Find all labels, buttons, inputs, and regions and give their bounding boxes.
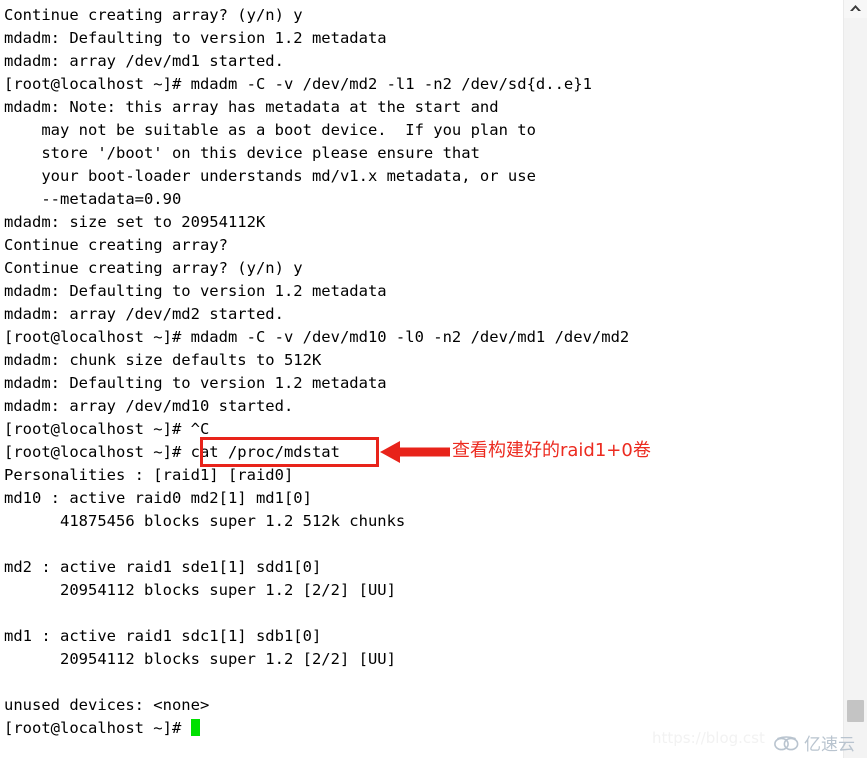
terminal-line: 20954112 blocks super 1.2 [2/2] [UU]	[4, 650, 396, 668]
terminal-line: md1 : active raid1 sdc1[1] sdb1[0]	[4, 627, 322, 645]
terminal-line: Continue creating array? (y/n) y	[4, 6, 303, 24]
terminal-line: 20954112 blocks super 1.2 [2/2] [UU]	[4, 581, 396, 599]
terminal-line: Personalities : [raid1] [raid0]	[4, 466, 294, 484]
terminal-line: mdadm: array /dev/md10 started.	[4, 397, 294, 415]
terminal-line: your boot-loader understands md/v1.x met…	[4, 167, 536, 185]
terminal-line: --metadata=0.90	[4, 190, 182, 208]
terminal-line: may not be suitable as a boot device. If…	[4, 121, 536, 139]
url-watermark: https://blog.cst	[652, 729, 765, 747]
terminal-line: mdadm: Defaulting to version 1.2 metadat…	[4, 29, 387, 47]
terminal-line: [root@localhost ~]# mdadm -C -v /dev/md1…	[4, 328, 630, 346]
scrollbar-thumb[interactable]	[847, 700, 864, 722]
scroll-up-button[interactable]	[844, 0, 867, 18]
terminal-line-highlighted-command: [root@localhost ~]# cat /proc/mdstat	[4, 443, 340, 461]
terminal-line: Continue creating array? (y/n) y	[4, 259, 303, 277]
brand-watermark: 亿速云	[774, 730, 855, 755]
terminal-line: mdadm: chunk size defaults to 512K	[4, 351, 322, 369]
brand-watermark-text: 亿速云	[804, 735, 855, 755]
terminal-line: mdadm: size set to 20954112K	[4, 213, 266, 231]
terminal-line: md10 : active raid0 md2[1] md1[0]	[4, 489, 312, 507]
terminal-line: [root@localhost ~]# mdadm -C -v /dev/md2…	[4, 75, 592, 93]
terminal-line: unused devices: <none>	[4, 696, 210, 714]
shell-prompt: [root@localhost ~]#	[4, 719, 191, 737]
terminal-output[interactable]: Continue creating array? (y/n) y mdadm: …	[0, 0, 843, 758]
terminal-line: [root@localhost ~]# ^C	[4, 420, 210, 438]
terminal-line: mdadm: array /dev/md2 started.	[4, 305, 284, 323]
screenshot-root: Continue creating array? (y/n) y mdadm: …	[0, 0, 867, 758]
terminal-line: mdadm: Defaulting to version 1.2 metadat…	[4, 282, 387, 300]
terminal-line: md2 : active raid1 sde1[1] sdd1[0]	[4, 558, 322, 576]
terminal-line: store '/boot' on this device please ensu…	[4, 144, 480, 162]
terminal-line: Continue creating array?	[4, 236, 228, 254]
terminal-line: mdadm: Note: this array has metadata at …	[4, 98, 499, 116]
terminal-cursor	[190, 719, 200, 736]
vertical-scrollbar[interactable]	[843, 0, 867, 758]
chevron-up-icon	[850, 5, 861, 11]
terminal-line: 41875456 blocks super 1.2 512k chunks	[4, 512, 406, 530]
cloud-icon	[774, 735, 799, 750]
terminal-line: mdadm: array /dev/md1 started.	[4, 52, 284, 70]
terminal-line: mdadm: Defaulting to version 1.2 metadat…	[4, 374, 387, 392]
